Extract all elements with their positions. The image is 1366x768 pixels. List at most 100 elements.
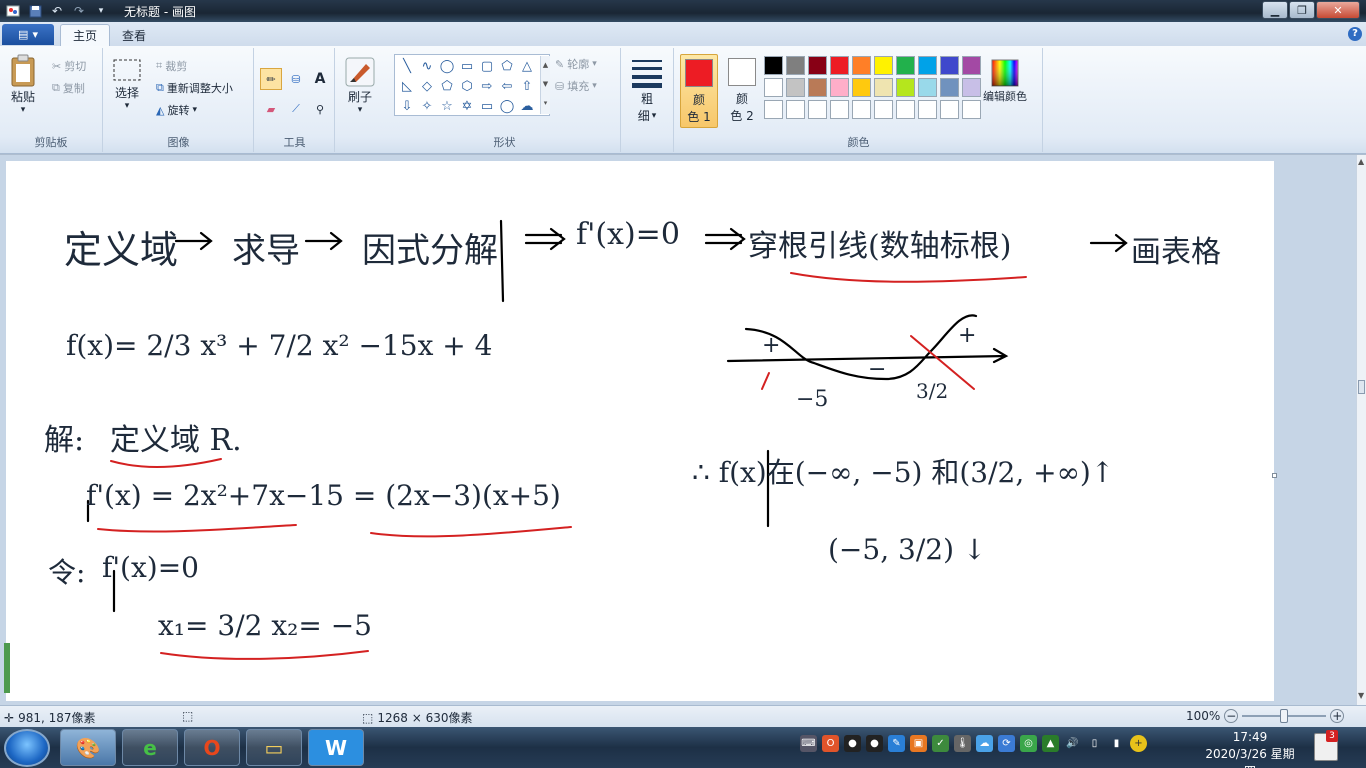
palette-swatch[interactable] (830, 56, 849, 75)
select-button[interactable]: 选择 ▾ (112, 58, 142, 111)
palette-swatch[interactable] (786, 100, 805, 119)
five-point-star-shape-icon[interactable]: ☆ (438, 97, 456, 115)
palette-swatch[interactable] (896, 78, 915, 97)
tab-view[interactable]: 查看 (110, 24, 158, 46)
palette-swatch[interactable] (962, 78, 981, 97)
taskbar-paint[interactable]: 🎨 (60, 729, 116, 766)
redo-icon[interactable]: ↷ (70, 2, 88, 20)
zoom-thumb[interactable] (1280, 709, 1289, 723)
magnifier-tool[interactable]: ⚲ (309, 98, 331, 120)
fill-tool[interactable]: ⛁ (285, 68, 307, 90)
polygon-shape-icon[interactable]: ⬠ (498, 57, 516, 75)
palette-swatch[interactable] (764, 100, 783, 119)
qq2-icon[interactable]: ● (866, 735, 883, 752)
palette-swatch[interactable] (962, 56, 981, 75)
volume-icon[interactable]: 🔊 (1064, 735, 1081, 752)
palette-swatch[interactable] (940, 100, 959, 119)
text-tool[interactable]: A (309, 68, 331, 90)
palette-swatch[interactable] (918, 56, 937, 75)
fill-button[interactable]: ⛁ 填充 ▾ (555, 78, 597, 94)
paint-app-icon[interactable] (4, 2, 22, 20)
triangle-shape-icon[interactable]: △ (518, 57, 536, 75)
undo-icon[interactable]: ↶ (48, 2, 66, 20)
outline-button[interactable]: ✎ 轮廓 ▾ (555, 56, 597, 72)
right-triangle-shape-icon[interactable]: ◺ (398, 77, 416, 95)
resize-button[interactable]: ⧉ 重新调整大小 (156, 80, 233, 96)
rotate-button[interactable]: ◭ 旋转 ▾ (156, 102, 197, 118)
scroll-down-icon[interactable]: ▼ (1358, 691, 1364, 700)
cloud-icon[interactable]: ☁ (976, 735, 993, 752)
taskbar-office[interactable]: O (184, 729, 240, 766)
security-icon[interactable]: ◎ (1020, 735, 1037, 752)
rectangle-shape-icon[interactable]: ▭ (458, 57, 476, 75)
paste-button[interactable]: 粘贴 ▾ (8, 54, 38, 115)
device-icon[interactable]: ▯ (1086, 735, 1103, 752)
palette-swatch[interactable] (852, 100, 871, 119)
palette-swatch[interactable] (852, 78, 871, 97)
right-arrow-shape-icon[interactable]: ⇨ (478, 77, 496, 95)
pentagon-shape-icon[interactable]: ⬠ (438, 77, 456, 95)
palette-swatch[interactable] (786, 56, 805, 75)
palette-swatch[interactable] (808, 100, 827, 119)
palette-swatch[interactable] (830, 100, 849, 119)
size-button[interactable]: 粗 细 ▾ (630, 56, 664, 124)
thermometer-icon[interactable]: 🌡 (954, 735, 971, 752)
pen-tray-icon[interactable]: ✎ (888, 735, 905, 752)
keyboard-icon[interactable]: ⌨ (800, 735, 817, 752)
four-point-star-shape-icon[interactable]: ✧ (418, 97, 436, 115)
palette-swatch[interactable] (940, 78, 959, 97)
palette-swatch[interactable] (940, 56, 959, 75)
taskbar-explorer[interactable]: ▭ (246, 729, 302, 766)
hexagon-shape-icon[interactable]: ⬡ (458, 77, 476, 95)
palette-swatch[interactable] (874, 56, 893, 75)
palette-swatch[interactable] (918, 78, 937, 97)
palette-swatch[interactable] (962, 100, 981, 119)
canvas-resize-handle-right[interactable] (1272, 473, 1277, 478)
color2-button[interactable]: 颜 色 2 (723, 54, 761, 128)
copy-button[interactable]: ⧉ 复制 (52, 80, 85, 96)
palette-swatch[interactable] (896, 100, 915, 119)
save-icon[interactable] (26, 2, 44, 20)
cut-button[interactable]: ✂ 剪切 (52, 58, 86, 74)
palette-swatch[interactable] (896, 56, 915, 75)
pencil-tool[interactable]: ✏ (260, 68, 282, 90)
office-tray-icon[interactable]: O (822, 735, 839, 752)
palette-swatch[interactable] (808, 56, 827, 75)
scroll-thumb[interactable] (1358, 380, 1365, 394)
line-shape-icon[interactable]: ╲ (398, 57, 416, 75)
shapes-scroll[interactable]: ▲ ▼ ▾ (540, 56, 550, 114)
zoom-in-icon[interactable]: + (1330, 709, 1345, 723)
taskbar-wps[interactable]: W (308, 729, 364, 766)
left-arrow-shape-icon[interactable]: ⇦ (498, 77, 516, 95)
tab-home[interactable]: 主页 (60, 24, 111, 46)
palette-swatch[interactable] (874, 78, 893, 97)
network-icon[interactable]: ▮ (1108, 735, 1125, 752)
zoom-slider[interactable] (1242, 709, 1327, 723)
nvidia-icon[interactable]: ▲ (1042, 735, 1059, 752)
color1-button[interactable]: 颜 色 1 (680, 54, 718, 128)
brushes-button[interactable]: 刷子 ▾ (344, 56, 376, 115)
oval-callout-shape-icon[interactable]: ◯ (498, 97, 516, 115)
curve-shape-icon[interactable]: ∿ (418, 57, 436, 75)
zoom-out-icon[interactable]: − (1224, 709, 1239, 723)
rect-callout-shape-icon[interactable]: ▭ (478, 97, 496, 115)
app-menu-button[interactable]: ▤ ▾ (2, 24, 54, 45)
palette-swatch[interactable] (830, 78, 849, 97)
palette-swatch[interactable] (786, 78, 805, 97)
palette-swatch[interactable] (764, 56, 783, 75)
drawing-canvas[interactable]: 定义域 求导 因式分解 f'(x)=0 穿根引线(数轴标根) 画表格 f(x)=… (6, 161, 1274, 701)
palette-swatch[interactable] (808, 78, 827, 97)
sync-icon[interactable]: ⟳ (998, 735, 1015, 752)
taskbar-browser[interactable]: e (122, 729, 178, 766)
start-button[interactable] (4, 729, 50, 767)
scroll-up-icon[interactable]: ▲ (1358, 157, 1364, 166)
customize-qat-icon[interactable]: ▾ (92, 2, 110, 20)
close-button[interactable]: ✕ (1316, 1, 1360, 19)
cloud-callout-shape-icon[interactable]: ☁ (518, 97, 536, 115)
diamond-shape-icon[interactable]: ◇ (418, 77, 436, 95)
clock[interactable]: 17:49 2020/3/26 星期四 (1200, 729, 1300, 768)
image-tray-icon[interactable]: ▣ (910, 735, 927, 752)
down-arrow-shape-icon[interactable]: ⇩ (398, 97, 416, 115)
crop-button[interactable]: ⌗ 裁剪 (156, 58, 187, 74)
qq-icon[interactable]: ● (844, 735, 861, 752)
